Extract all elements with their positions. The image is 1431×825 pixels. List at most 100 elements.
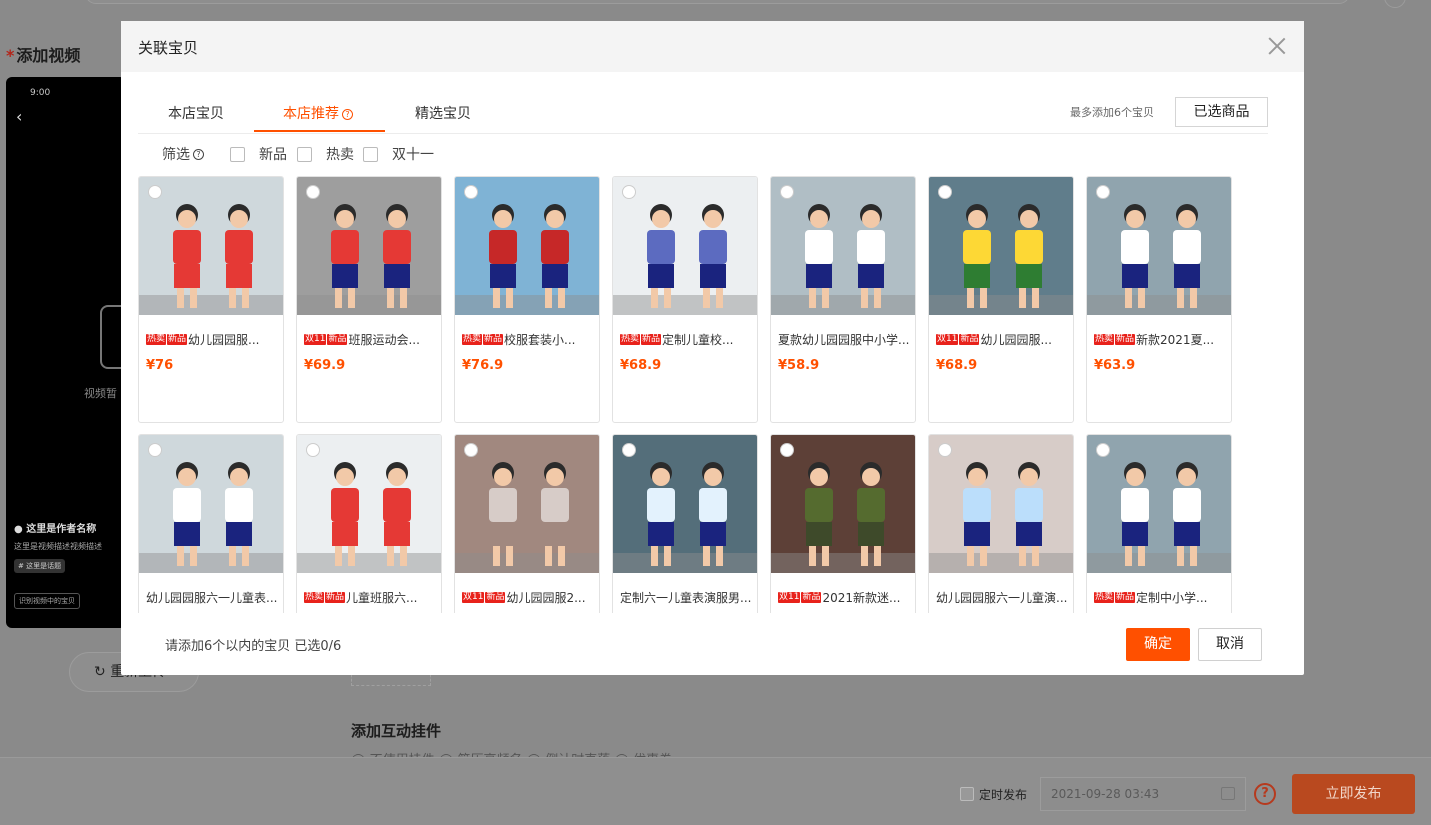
filter-double-eleven[interactable]: 双十一 [363,144,434,164]
select-radio[interactable] [938,443,952,457]
recognize-items-button: 识别视频中的宝贝 [14,593,80,609]
product-badge: 热卖 [620,334,641,345]
product-card[interactable]: 热卖 新品 幼儿园园服... ¥76 [138,176,284,423]
product-title: 幼儿园园服六一儿童表... [146,591,278,605]
product-badge: 热卖 [146,334,167,345]
product-card[interactable]: 双11 新品 幼儿园园服2... [454,434,600,613]
product-card[interactable]: 双11 新品 幼儿园园服... ¥68.9 [928,176,1074,423]
product-card[interactable]: 热卖 新品 儿童班服六... [296,434,442,613]
select-radio[interactable] [306,443,320,457]
product-name: 双11 新品 幼儿园园服2... [462,589,594,606]
product-image [613,177,757,315]
product-grid: 热卖 新品 幼儿园园服... ¥76 双11 新品 班服运动会... ¥69.9… [138,176,1248,613]
product-badge: 热卖 [1094,592,1115,603]
select-radio[interactable] [622,443,636,457]
product-badge: 热卖 [1094,334,1115,345]
product-image [771,177,915,315]
select-radio[interactable] [622,185,636,199]
cancel-button[interactable]: 取消 [1198,628,1262,661]
checkbox[interactable] [230,146,245,162]
product-badge: 热卖 [304,592,325,603]
tab-store-products[interactable]: 本店宝贝 [168,103,224,123]
help-icon: ? [1254,783,1276,805]
product-badge: 双11 [778,592,801,603]
product-price: ¥68.9 [936,358,978,373]
select-radio[interactable] [780,443,794,457]
product-image [613,435,757,573]
top-avatar [1384,0,1406,8]
product-title: 夏款幼儿园园服中小学... [778,333,910,347]
link-products-modal: 关联宝贝 本店宝贝 本店宝贝本店推荐? 精选宝贝 最多添加6个宝贝 已选商品 筛… [121,21,1304,675]
select-radio[interactable] [1096,443,1110,457]
filter-hot[interactable]: 热卖 [297,144,354,164]
product-card[interactable]: 双11 新品 2021新款迷... [770,434,916,613]
section-title: * 添加视频 [6,46,81,65]
product-card[interactable]: 定制六一儿童表演服男... [612,434,758,613]
product-badge: 双11 [462,592,485,603]
product-name: 夏款幼儿园园服中小学... [778,331,910,348]
product-card[interactable]: 热卖 新品 定制儿童校... ¥68.9 [612,176,758,423]
select-radio[interactable] [306,185,320,199]
product-image [297,177,441,315]
publish-now-button: 立即发布 [1292,774,1415,814]
product-price: ¥76.9 [462,358,504,373]
product-title: 定制中小学... [1136,591,1208,605]
product-title: 定制儿童校... [662,333,734,347]
checkbox[interactable] [363,146,378,162]
product-title: 2021新款迷... [822,591,901,605]
select-radio[interactable] [148,185,162,199]
select-radio[interactable] [148,443,162,457]
product-image [297,435,441,573]
video-preview-phone: 9:00 ‹ 视频暂 ● 这里是作者名称 这里是视频描述视频描述 # 这里是话题… [6,77,140,628]
tab-featured-products[interactable]: 精选宝贝 [415,103,471,123]
product-card[interactable]: 热卖 新品 新款2021夏... ¥63.9 [1086,176,1232,423]
product-title: 新款2021夏... [1136,333,1215,347]
product-image [455,177,599,315]
checkbox[interactable] [297,146,312,162]
tab-store-recommended[interactable]: 本店宝贝本店推荐? [283,103,353,123]
product-image [929,435,1073,573]
product-card[interactable]: 热卖 新品 校服套装小... ¥76.9 [454,176,600,423]
product-image [771,435,915,573]
product-badge: 新品 [325,592,346,603]
product-badge: 新品 [1115,592,1136,603]
product-image [139,435,283,573]
schedule-checkbox [960,787,974,801]
question-icon: ? [342,109,353,120]
select-radio[interactable] [780,185,794,199]
product-title: 儿童班服六... [346,591,418,605]
product-card[interactable]: 热卖 新品 定制中小学... [1086,434,1232,613]
author-name: ● 这里是作者名称 [14,524,97,535]
select-radio[interactable] [1096,185,1110,199]
product-badge: 新品 [167,334,188,345]
refresh-icon: ↻ [94,664,106,680]
selected-products-button[interactable]: 已选商品 [1175,97,1268,127]
product-card[interactable]: 幼儿园园服六一儿童演... [928,434,1074,613]
active-tab-underline [254,130,385,132]
product-card[interactable]: 幼儿园园服六一儿童表... [138,434,284,613]
product-badge: 新品 [483,334,504,345]
filter-new[interactable]: 新品 [230,144,287,164]
product-card[interactable]: 夏款幼儿园园服中小学... ¥58.9 [770,176,916,423]
product-badge: 新品 [485,592,506,603]
select-radio[interactable] [464,185,478,199]
product-name: 幼儿园园服六一儿童表... [146,589,278,606]
max-items-hint: 最多添加6个宝贝 [1070,106,1154,119]
product-name: 双11 新品 班服运动会... [304,331,436,348]
select-radio[interactable] [464,443,478,457]
product-price: ¥58.9 [778,358,820,373]
product-badge: 热卖 [462,334,483,345]
product-badge: 新品 [801,592,822,603]
product-name: 双11 新品 幼儿园园服... [936,331,1068,348]
product-badge: 新品 [327,334,348,345]
modal-header: 关联宝贝 [121,21,1304,72]
product-price: ¥76 [146,358,174,373]
confirm-button[interactable]: 确定 [1126,628,1190,661]
close-icon[interactable] [1266,35,1288,57]
video-description: 这里是视频描述视频描述 [14,542,102,551]
product-price: ¥69.9 [304,358,346,373]
product-card[interactable]: 双11 新品 班服运动会... ¥69.9 [296,176,442,423]
product-name: 热卖 新品 定制儿童校... [620,331,752,348]
select-radio[interactable] [938,185,952,199]
product-badge: 新品 [641,334,662,345]
